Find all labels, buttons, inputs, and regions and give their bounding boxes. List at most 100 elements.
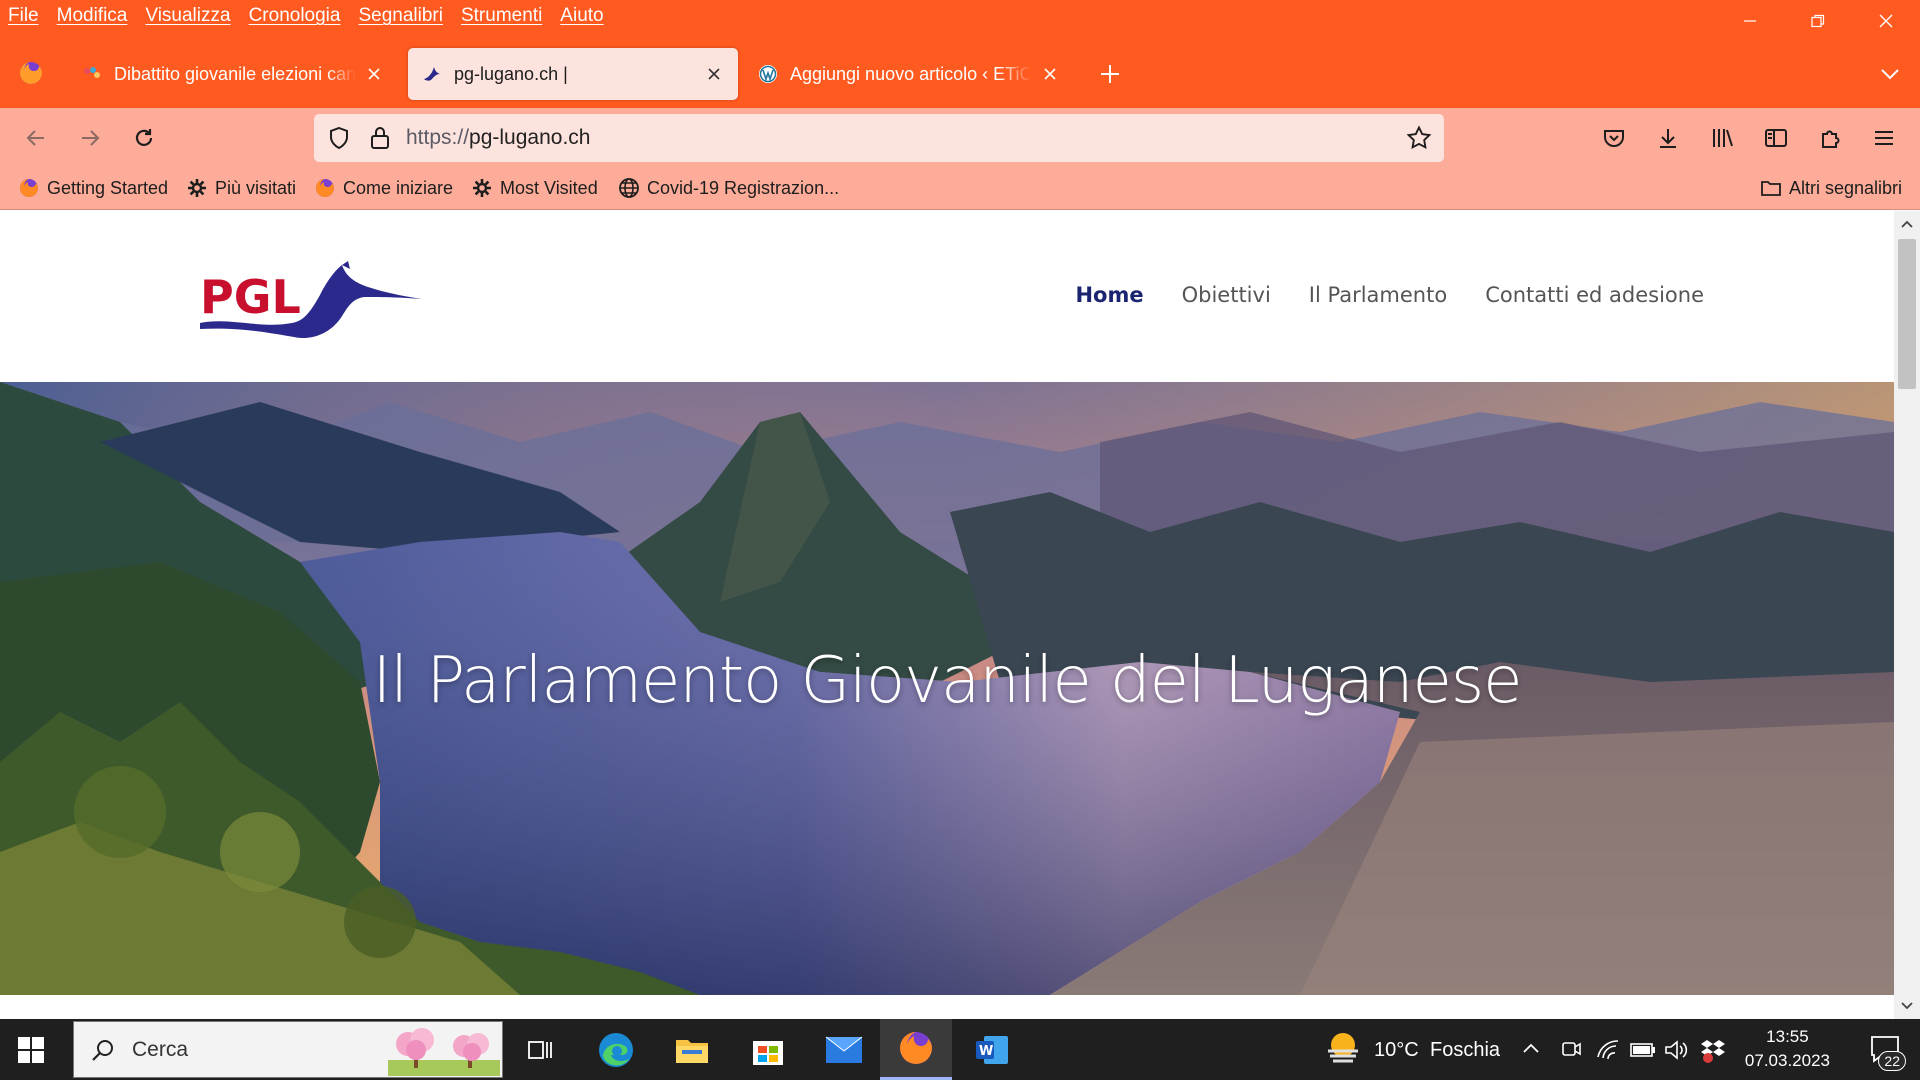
nav-link-home[interactable]: Home bbox=[1075, 283, 1143, 307]
store-icon bbox=[753, 1040, 783, 1065]
tab-aggiungi-articolo[interactable]: Aggiungi nuovo articolo ‹ ETiCi bbox=[744, 48, 1074, 100]
sidebar-button[interactable] bbox=[1762, 124, 1790, 152]
scrollbar-thumb[interactable] bbox=[1898, 239, 1916, 389]
word-icon: W bbox=[976, 1035, 1008, 1064]
windows-taskbar: Cerca W 10°C Foschia 13:55 07.03.2023 22 bbox=[0, 1019, 1920, 1080]
store-taskbar-button[interactable] bbox=[732, 1019, 804, 1080]
file-explorer-taskbar-button[interactable] bbox=[656, 1019, 728, 1080]
nav-link-contatti[interactable]: Contatti ed adesione bbox=[1485, 283, 1704, 307]
library-button[interactable] bbox=[1708, 124, 1736, 152]
tab-title: Aggiungi nuovo articolo ‹ ETiCi bbox=[790, 63, 1032, 84]
tab-title: Dibattito giovanile elezioni cant bbox=[114, 63, 356, 84]
bookmark-piu-visitati[interactable]: Più visitati bbox=[186, 177, 296, 199]
cherry-blossom-trees-icon bbox=[388, 1028, 500, 1076]
tab-dibattito[interactable]: Dibattito giovanile elezioni cant bbox=[68, 48, 398, 100]
bookmark-getting-started[interactable]: Getting Started bbox=[18, 177, 168, 199]
chevron-down-icon[interactable] bbox=[1878, 62, 1902, 86]
bookmark-label: Come iniziare bbox=[343, 177, 454, 198]
search-placeholder: Cerca bbox=[132, 1038, 189, 1061]
url-text[interactable]: https://pg-lugano.ch bbox=[406, 126, 590, 150]
url-scheme: https:// bbox=[406, 126, 470, 149]
tab-close-button[interactable] bbox=[1040, 64, 1060, 84]
reload-button[interactable] bbox=[130, 124, 158, 152]
back-button[interactable] bbox=[22, 124, 50, 152]
bookmark-come-iniziare[interactable]: Come iniziare bbox=[314, 177, 453, 199]
bookmark-covid-registrazione[interactable]: Covid-19 Registrazion... bbox=[618, 177, 839, 199]
hazy-sun-weather-icon bbox=[1328, 1033, 1358, 1063]
close-icon bbox=[708, 68, 720, 80]
puzzle-icon bbox=[1822, 130, 1840, 148]
meeting-camera-icon[interactable] bbox=[1560, 1039, 1582, 1061]
menu-visualizza[interactable]: Visualizza bbox=[136, 5, 239, 27]
pocket-button[interactable] bbox=[1600, 124, 1628, 152]
pgl-lake-logo-icon: PGL bbox=[200, 261, 422, 339]
pgl-logo-icon bbox=[424, 67, 440, 81]
notification-count: 22 bbox=[1878, 1051, 1906, 1071]
tab-pg-lugano[interactable]: pg-lugano.ch | bbox=[408, 48, 738, 100]
gear-icon bbox=[186, 177, 208, 199]
forward-button[interactable] bbox=[76, 124, 104, 152]
clock-time: 13:55 bbox=[1766, 1027, 1809, 1046]
scroll-up-button[interactable] bbox=[1894, 211, 1920, 237]
gear-icon bbox=[471, 177, 493, 199]
edge-icon bbox=[599, 1032, 633, 1067]
lock-icon[interactable] bbox=[368, 125, 392, 151]
dropbox-icon[interactable] bbox=[1700, 1037, 1726, 1063]
mail-taskbar-button[interactable] bbox=[808, 1019, 880, 1080]
battery-icon[interactable] bbox=[1630, 1041, 1656, 1059]
word-taskbar-button[interactable]: W bbox=[956, 1019, 1028, 1080]
tab-close-button[interactable] bbox=[704, 64, 724, 84]
nav-link-obiettivi[interactable]: Obiettivi bbox=[1182, 283, 1271, 307]
menu-segnalibri[interactable]: Segnalibri bbox=[349, 5, 452, 27]
clock-date: 07.03.2023 bbox=[1744, 1051, 1830, 1070]
menu-strumenti[interactable]: Strumenti bbox=[452, 5, 551, 27]
taskbar-search-box[interactable]: Cerca bbox=[73, 1021, 503, 1078]
folder-icon bbox=[676, 1039, 708, 1063]
mail-icon bbox=[825, 1036, 863, 1063]
menu-cronologia[interactable]: Cronologia bbox=[240, 5, 350, 27]
task-view-icon bbox=[528, 1040, 552, 1059]
other-bookmarks-folder[interactable]: Altri segnalibri bbox=[1760, 177, 1902, 199]
bookmark-label: Getting Started bbox=[47, 177, 169, 198]
chevron-down-icon bbox=[1901, 1002, 1913, 1010]
tab-close-button[interactable] bbox=[364, 64, 384, 84]
close-icon bbox=[368, 68, 380, 80]
speaker-volume-icon[interactable] bbox=[1664, 1039, 1688, 1061]
menu-aiuto[interactable]: Aiuto bbox=[551, 5, 612, 27]
windows-start-icon[interactable] bbox=[18, 1037, 44, 1063]
app-menu-button[interactable] bbox=[1870, 124, 1898, 152]
edge-taskbar-button[interactable] bbox=[580, 1019, 652, 1080]
bookmark-label: Covid-19 Registrazion... bbox=[647, 177, 840, 198]
system-clock[interactable]: 13:55 07.03.2023 bbox=[1745, 1025, 1830, 1073]
bookmark-most-visited[interactable]: Most Visited bbox=[471, 177, 598, 199]
search-icon bbox=[92, 1040, 113, 1061]
svg-text:W: W bbox=[979, 1044, 993, 1059]
extensions-button[interactable] bbox=[1816, 124, 1844, 152]
menu-modifica[interactable]: Modifica bbox=[48, 5, 137, 27]
firefox-icon bbox=[900, 1032, 932, 1064]
new-tab-plus-icon[interactable] bbox=[1096, 60, 1124, 88]
library-icon bbox=[1713, 129, 1733, 147]
wifi-icon[interactable] bbox=[1596, 1039, 1620, 1061]
downloads-button[interactable] bbox=[1654, 124, 1682, 152]
scroll-down-button[interactable] bbox=[1894, 993, 1920, 1019]
url-host: pg-lugano.ch bbox=[469, 126, 591, 149]
shield-icon[interactable] bbox=[326, 125, 352, 151]
chevron-up-icon[interactable] bbox=[1522, 1041, 1540, 1055]
weather-description[interactable]: Foschia bbox=[1430, 1039, 1500, 1062]
firefox-view-icon[interactable] bbox=[18, 60, 44, 86]
menu-file[interactable]: File bbox=[0, 5, 48, 27]
navigation-toolbar: https://pg-lugano.ch bbox=[0, 108, 1920, 168]
address-bar[interactable]: https://pg-lugano.ch bbox=[314, 114, 1444, 162]
hero-banner: Il Parlamento Giovanile del Luganese bbox=[0, 382, 1894, 995]
firefox-taskbar-button[interactable] bbox=[880, 1019, 952, 1080]
nav-link-il-parlamento[interactable]: Il Parlamento bbox=[1309, 283, 1447, 307]
firefox-icon bbox=[18, 177, 40, 199]
firefox-icon bbox=[314, 177, 336, 199]
weather-temperature[interactable]: 10°C bbox=[1374, 1039, 1419, 1062]
page-scrollbar[interactable] bbox=[1894, 211, 1920, 1019]
site-logo[interactable]: PGL bbox=[200, 257, 422, 343]
task-view-button[interactable] bbox=[504, 1019, 576, 1080]
star-icon[interactable] bbox=[1406, 125, 1432, 151]
notification-center-button[interactable]: 22 bbox=[1868, 1033, 1906, 1071]
